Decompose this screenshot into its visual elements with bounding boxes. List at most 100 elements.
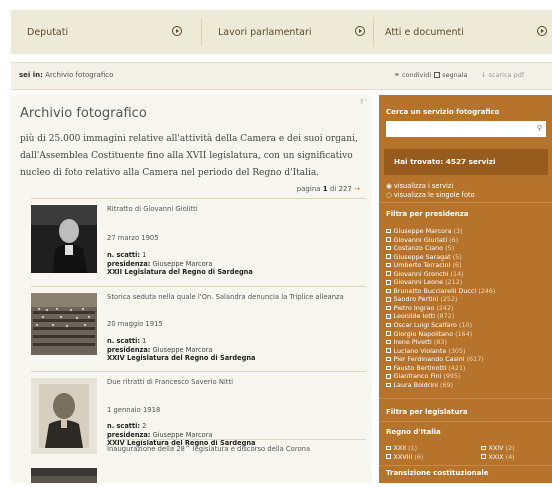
checkbox-icon bbox=[386, 254, 391, 259]
item-description[interactable]: Inaugurazione della 28^ legislatura e di… bbox=[107, 445, 310, 453]
nav-item-atti-documenti[interactable]: Atti e documenti bbox=[385, 10, 464, 54]
breadcrumb: sei in: Archivio fotografico bbox=[19, 71, 113, 79]
item-description[interactable]: Storica seduta nella quale l'On. Salandr… bbox=[107, 293, 344, 301]
filter-count: (14) bbox=[450, 269, 464, 278]
item-date: 27 marzo 1905 bbox=[107, 234, 159, 242]
filter-label: Giuseppe Saragat bbox=[393, 252, 451, 261]
portrait-photo bbox=[31, 205, 97, 273]
checkbox-icon bbox=[481, 454, 486, 459]
download-icon: ↓ bbox=[481, 71, 487, 79]
report-link[interactable]: segnala bbox=[434, 71, 467, 79]
checkbox-icon bbox=[386, 305, 391, 311]
share-link[interactable]: ⚭ condividi bbox=[394, 71, 431, 79]
filter-count: (246) bbox=[478, 286, 496, 295]
intro-text: più di 25.000 immagini relative all'atti… bbox=[20, 134, 358, 178]
checkbox-icon bbox=[386, 322, 391, 328]
presidency-filter-item[interactable]: Giovanni Giuriati (6) bbox=[386, 236, 548, 245]
shots-value: 1 bbox=[142, 337, 147, 345]
help-icon[interactable]: ? bbox=[360, 99, 363, 106]
view-photos-radio[interactable]: ○ visualizza le singole foto bbox=[386, 191, 475, 199]
list-item[interactable]: Storica seduta nella quale l'On. Salandr… bbox=[31, 293, 366, 363]
presidency-filter-item[interactable]: Costanzo Ciano (5) bbox=[386, 244, 548, 253]
presidency-filter-item[interactable]: Laura Boldrini (69) bbox=[386, 381, 548, 390]
filter-label: Luciano Violante bbox=[393, 346, 447, 355]
presidency-filter-item[interactable]: Pier Ferdinando Casini (617) bbox=[386, 355, 548, 364]
presidency-filter-item[interactable]: Irene Pivetti (83) bbox=[386, 338, 548, 347]
nav-divider bbox=[373, 18, 374, 46]
presidency-label: presidenza: bbox=[107, 259, 151, 268]
presidency-filter-item[interactable]: Giovanni Leone (212) bbox=[386, 278, 548, 287]
checkbox-icon bbox=[386, 228, 391, 234]
arrow-circle-icon[interactable] bbox=[537, 26, 547, 36]
photo-thumbnail[interactable] bbox=[31, 468, 97, 483]
report-label: segnala bbox=[442, 71, 468, 79]
arrow-circle-icon[interactable] bbox=[172, 26, 182, 36]
search-icon[interactable]: ⚲ bbox=[537, 124, 542, 132]
search-input[interactable]: ⚲ bbox=[386, 121, 546, 137]
shots-value: 2 bbox=[142, 422, 147, 430]
item-date: 20 maggio 1915 bbox=[107, 320, 163, 328]
filter-label: Laura Boldrini bbox=[393, 380, 438, 389]
filter-count: (6) bbox=[452, 261, 462, 270]
arrow-circle-icon[interactable] bbox=[355, 26, 365, 36]
checkbox-icon bbox=[386, 280, 391, 285]
presidency-filter-item[interactable]: Giuseppe Marcora (3) bbox=[386, 227, 548, 236]
filter-label: XXIV bbox=[488, 444, 504, 452]
item-meta: n. scatti: 2 presidenza: Giuseppe Marcor… bbox=[107, 422, 255, 448]
main-content: Archivio fotografico ? più di 25.000 imm… bbox=[11, 95, 372, 483]
presidency-filter-item[interactable]: Oscar Luigi Scalfaro (10) bbox=[386, 321, 548, 330]
checkbox-icon bbox=[386, 314, 391, 319]
filter-checkbox-xxviii[interactable]: XXVIII (6) bbox=[386, 453, 423, 462]
filter-count: (2) bbox=[505, 444, 515, 452]
filter-count: (69) bbox=[440, 380, 454, 389]
presidency-filter-item[interactable]: Sandro Pertini (252) bbox=[386, 295, 548, 304]
presidency-filter-item[interactable]: Leonilde Iotti (872) bbox=[386, 312, 548, 321]
list-item[interactable]: Due ritratti di Francesco Saverio Nitti … bbox=[31, 378, 366, 454]
divider bbox=[31, 371, 366, 372]
nav-item-deputati[interactable]: Deputati bbox=[27, 10, 68, 54]
filter-count: (212) bbox=[445, 278, 463, 287]
filter-label: Giovanni Gronchi bbox=[393, 269, 449, 278]
pagination[interactable]: pagina 1 di 227 → bbox=[297, 185, 360, 193]
presidency-filter-item[interactable]: Brunetto Bucciarelli Ducci (246) bbox=[386, 287, 548, 296]
divider bbox=[31, 198, 366, 199]
photo-thumbnail[interactable] bbox=[31, 378, 97, 454]
filter-label: Giuseppe Marcora bbox=[393, 227, 452, 235]
presidency-filter-item[interactable]: Giorgio Napolitano (164) bbox=[386, 330, 548, 339]
checkbox-icon bbox=[386, 331, 391, 336]
filter-checkbox-xxii[interactable]: XXII (1) bbox=[386, 444, 417, 453]
presidency-value: Giuseppe Marcora bbox=[152, 259, 213, 268]
presidency-filter-item[interactable]: Fausto Bertinotti (421) bbox=[386, 364, 548, 373]
presidency-filter-item[interactable]: Pietro Ingrao (242) bbox=[386, 304, 548, 313]
filter-label: Leonilde Iotti bbox=[393, 312, 436, 321]
presidency-filter-item[interactable]: Gianfranco Fini (995) bbox=[386, 372, 548, 381]
item-description[interactable]: Ritratto di Giovanni Giolitti bbox=[107, 205, 198, 213]
filter-checkbox-xxix[interactable]: XXIX (4) bbox=[481, 453, 515, 462]
filter-label: XXII bbox=[393, 444, 407, 452]
item-date: 1 gennaio 1918 bbox=[107, 406, 161, 414]
radio-label: visualizza i servizi bbox=[393, 182, 454, 190]
item-description[interactable]: Due ritratti di Francesco Saverio Nitti bbox=[107, 378, 233, 386]
list-item[interactable]: Ritratto di Giovanni Giolitti 27 marzo 1… bbox=[31, 205, 366, 276]
filter-label: Brunetto Bucciarelli Ducci bbox=[393, 286, 477, 295]
checkbox-icon bbox=[386, 445, 391, 451]
presidency-filter-item[interactable]: Umberto Terracini (6) bbox=[386, 261, 548, 270]
list-item[interactable]: Inaugurazione della 28^ legislatura e di… bbox=[31, 445, 366, 483]
photo-thumbnail[interactable] bbox=[31, 293, 97, 355]
assembly-photo bbox=[31, 468, 97, 483]
presidency-filter-item[interactable]: Giovanni Gronchi (14) bbox=[386, 270, 548, 279]
filter-label: Pietro Ingrao bbox=[393, 303, 435, 312]
photo-thumbnail[interactable] bbox=[31, 205, 97, 273]
filter-checkbox-xxiv[interactable]: XXIV (2) bbox=[481, 444, 515, 453]
checkbox-icon bbox=[386, 348, 391, 353]
download-pdf-link[interactable]: ↓ scarica pdf bbox=[481, 71, 524, 79]
nav-band: Deputati Lavori parlamentari Atti e docu… bbox=[11, 10, 552, 54]
presidency-filter-item[interactable]: Giuseppe Saragat (5) bbox=[386, 253, 548, 262]
filter-label: Pier Ferdinando Casini bbox=[393, 355, 465, 364]
divider bbox=[379, 398, 552, 399]
next-page-arrow-icon[interactable]: → bbox=[354, 185, 360, 193]
presidency-filter-item[interactable]: Luciano Violante (305) bbox=[386, 347, 548, 356]
checkbox-icon bbox=[386, 271, 391, 276]
nav-item-lavori-parlamentari[interactable]: Lavori parlamentari bbox=[218, 10, 312, 54]
view-services-radio[interactable]: ◉ visualizza i servizi bbox=[386, 182, 453, 190]
